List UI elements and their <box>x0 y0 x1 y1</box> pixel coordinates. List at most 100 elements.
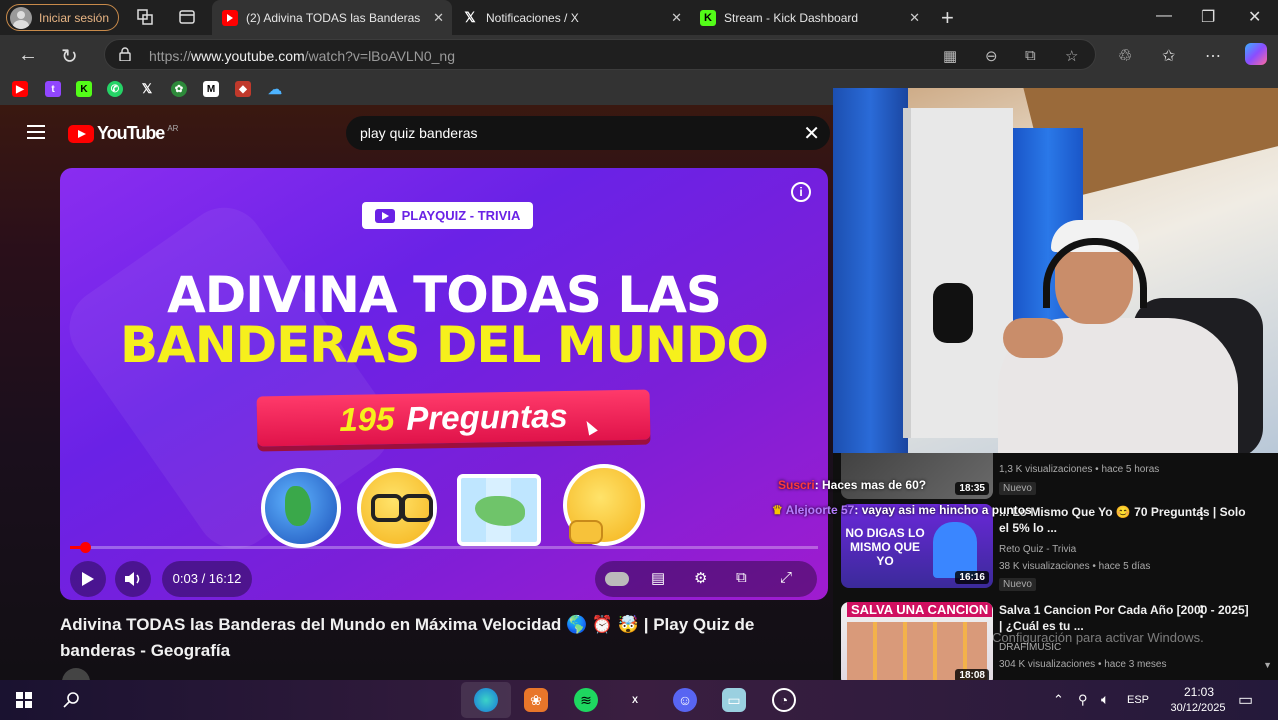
spotify-icon[interactable]: ≋ <box>574 688 598 712</box>
globe-icon <box>261 468 341 548</box>
youtube-icon <box>222 9 238 26</box>
nerd-face-icon <box>357 468 437 548</box>
play-badge-icon <box>374 208 395 223</box>
xsplit-icon[interactable]: X <box>623 688 647 712</box>
recommendation-title[interactable]: ... Lo Mismo Que Yo 😊 70 Preguntas | Sol… <box>999 504 1249 536</box>
app-icon[interactable]: ◆ <box>235 81 251 97</box>
recommendation-thumbnail[interactable]: SALVA UNA CANCION 18:08 <box>841 602 993 680</box>
autoplay-toggle[interactable] <box>605 572 629 586</box>
pill-text: Preguntas <box>406 397 569 437</box>
favorite-star-icon[interactable]: ☆ <box>1065 47 1078 65</box>
more-options-icon[interactable]: ⋮ <box>1194 602 1209 620</box>
country-code: AR <box>167 124 179 133</box>
recommendation-meta: 38 K visualizaciones • hace 5 días <box>999 561 1151 572</box>
play-button[interactable] <box>70 561 106 597</box>
chat-text: : vayay asi me hincho a puntos <box>854 503 1032 517</box>
speaker-icon[interactable]: 🔈︎ <box>1101 691 1109 708</box>
thumbnail-text: NO DIGAS LO MISMO QUE YO <box>845 526 925 568</box>
recommendation-meta: 1,3 K visualizaciones • hace 5 horas <box>999 464 1160 475</box>
address-bar[interactable]: https://www.youtube.com/watch?v=lBoAVLN0… <box>104 39 1096 70</box>
thumbnail-text: SALVA UNA CANCION <box>847 602 993 617</box>
profile-button[interactable]: Iniciar sesión <box>6 4 119 31</box>
search-box[interactable]: play quiz banderas ✕ <box>346 116 830 150</box>
browser-tab-bar: Iniciar sesión (2) Adivina TODAS las Ban… <box>0 0 1278 35</box>
kick-icon[interactable]: K <box>76 81 92 97</box>
cloud-icon[interactable]: ☁ <box>267 81 283 97</box>
discord-icon[interactable]: ☺ <box>673 688 697 712</box>
medium-icon[interactable]: M <box>203 81 219 97</box>
clear-search-icon[interactable]: ✕ <box>803 121 820 146</box>
cam-window <box>903 108 1013 438</box>
clock-time[interactable]: 21:03 <box>1174 685 1224 699</box>
back-icon[interactable]: ← <box>18 44 38 67</box>
progress-bar[interactable] <box>70 542 818 553</box>
close-window-icon[interactable]: ✕ <box>1248 7 1261 27</box>
network-icon[interactable]: ⚲ <box>1078 692 1088 708</box>
zoom-icon[interactable]: ⊖ <box>985 47 998 65</box>
youtube-icon[interactable]: ▶ <box>12 81 28 97</box>
new-badge: Nuevo <box>999 578 1036 591</box>
new-badge: Nuevo <box>999 482 1036 495</box>
search-icon[interactable] <box>60 688 84 712</box>
notepad-icon[interactable]: ▭ <box>722 688 746 712</box>
notifications-icon[interactable]: ▭ <box>1238 690 1253 710</box>
edge-icon[interactable] <box>474 688 498 712</box>
volume-button[interactable] <box>115 561 151 597</box>
youtube-play-icon <box>68 124 94 143</box>
tab-youtube[interactable]: (2) Adivina TODAS las Banderas d ✕ <box>212 0 452 35</box>
settings-gear-icon[interactable]: ⚙ <box>694 569 707 587</box>
clock-date[interactable]: 30/12/2025 <box>1160 702 1236 714</box>
minimize-icon[interactable]: — <box>1156 7 1172 25</box>
channel-name[interactable]: Reto Quiz - Trivia <box>999 544 1076 555</box>
workspaces-icon[interactable] <box>136 8 154 26</box>
video-player[interactable]: PLAYQUIZ - TRIVIA i ADIVINA TODAS LAS BA… <box>60 168 828 600</box>
decor-shape <box>60 192 407 564</box>
favorites-icon[interactable]: ✩ <box>1162 46 1175 66</box>
chat-text: : Haces mas de 60? <box>814 478 927 492</box>
twitch-icon[interactable]: t <box>45 81 61 97</box>
profile-label: Iniciar sesión <box>39 10 110 25</box>
badge-text: PLAYQUIZ - TRIVIA <box>401 208 521 223</box>
windows-start-icon[interactable] <box>12 688 36 712</box>
restore-icon[interactable]: ❐ <box>1201 7 1215 27</box>
more-options-icon[interactable]: ⋮ <box>1194 504 1209 522</box>
language-indicator[interactable]: ESP <box>1127 694 1149 706</box>
tray-chevron-icon[interactable]: ⌃ <box>1053 692 1064 708</box>
obs-icon[interactable]: ◔ <box>772 688 796 712</box>
close-tab-icon[interactable]: ✕ <box>433 10 444 26</box>
apps-icon[interactable]: ▦ <box>943 47 957 65</box>
info-icon[interactable]: i <box>791 182 811 202</box>
fullscreen-icon[interactable]: ⤢ <box>780 569 792 586</box>
logo-text: YouTube <box>97 123 165 143</box>
thumbnail-line2: BANDERAS DEL MUNDO <box>119 316 769 374</box>
recommendation-thumbnail[interactable]: 18:35 <box>841 453 993 499</box>
x-icon[interactable]: 𝕏 <box>139 81 155 97</box>
xbox-icon[interactable]: ✿ <box>171 81 187 97</box>
new-tab-icon[interactable]: + <box>941 5 954 31</box>
close-tab-icon[interactable]: ✕ <box>909 10 920 26</box>
copilot-icon[interactable] <box>1245 43 1267 65</box>
webcam-overlay <box>833 88 1278 453</box>
kick-icon: K <box>700 9 716 26</box>
subtitles-icon[interactable]: ▤ <box>651 569 665 587</box>
chat-message: ♛ Alejoorte 57: vayay asi me hincho a pu… <box>772 503 1032 517</box>
chat-message: Suscri: Haces mas de 60? <box>778 478 926 492</box>
more-menu-icon[interactable]: ⋯ <box>1205 46 1221 66</box>
tab-actions-icon[interactable] <box>178 8 196 26</box>
scroll-down-icon[interactable]: ▼ <box>1263 660 1272 670</box>
scrubber-handle[interactable] <box>79 542 91 553</box>
browser-essentials-icon[interactable]: ♲ <box>1118 46 1132 66</box>
menu-icon[interactable] <box>27 125 45 143</box>
tab-kick-dashboard[interactable]: K Stream - Kick Dashboard ✕ <box>690 0 928 35</box>
tab-x-notifications[interactable]: 𝕏 Notificaciones / X ✕ <box>452 0 690 35</box>
close-tab-icon[interactable]: ✕ <box>671 10 682 26</box>
whatsapp-icon[interactable]: ✆ <box>107 81 123 97</box>
questions-pill: 195 Preguntas <box>256 389 651 447</box>
miniplayer-icon[interactable]: ⧉ <box>736 569 747 586</box>
youtube-logo[interactable]: YouTube AR <box>68 123 178 144</box>
refresh-icon[interactable]: ↻ <box>61 44 78 69</box>
install-app-icon[interactable]: ⧉ <box>1025 47 1036 64</box>
search-input[interactable]: play quiz banderas <box>360 125 478 141</box>
pill-number: 195 <box>338 400 395 438</box>
fl-studio-icon[interactable]: ❀ <box>524 688 548 712</box>
